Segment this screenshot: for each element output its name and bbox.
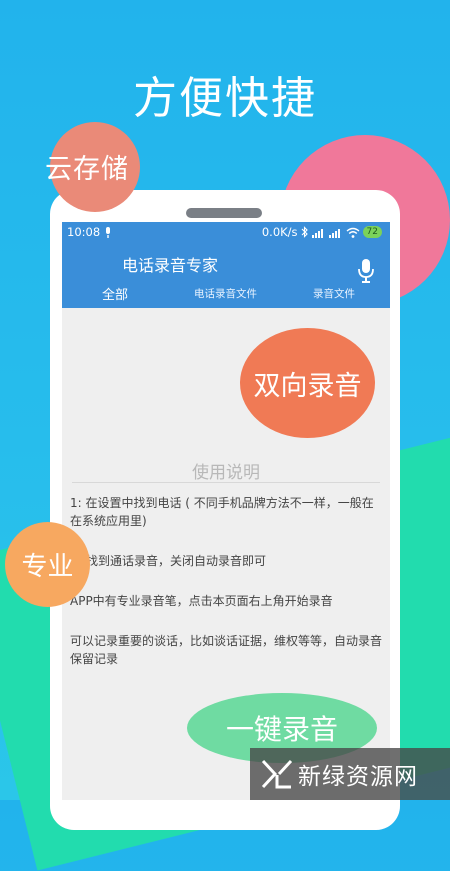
- cloud-storage-label: 云存储: [45, 154, 129, 185]
- two-way-recording-bubble: 双向录音: [240, 328, 375, 438]
- signal-icon: [311, 228, 323, 238]
- instructions-title: 使用说明: [192, 463, 260, 483]
- network-speed: 0.0K/s: [261, 225, 298, 239]
- record-mic-icon[interactable]: [356, 258, 376, 284]
- instruction-step-2: 找到通话录音，关闭自动录音即可: [86, 554, 267, 568]
- mic-status-icon: [106, 227, 110, 238]
- promo-headline: 方便快捷: [133, 73, 317, 124]
- status-time: 10:08: [67, 225, 101, 239]
- instruction-step-3: APP中有专业录音笔，点击本页面右上角开始录音: [70, 594, 333, 608]
- status-bar: 10:08 0.0K/s 72: [62, 222, 390, 244]
- site-watermark: 新绿资源网: [250, 748, 450, 800]
- app-title: 电话录音专家: [122, 256, 219, 275]
- watermark-text: 新绿资源网: [298, 764, 418, 790]
- phone-speaker: [186, 208, 262, 218]
- tab-call-recordings[interactable]: 电话录音文件: [194, 286, 257, 301]
- bluetooth-icon: [301, 226, 308, 238]
- instruction-step-4: 可以记录重要的谈话，比如谈话证据，维权等等，自动录音保留记录: [70, 634, 383, 666]
- watermark-logo-icon: [261, 759, 293, 789]
- professional-bubble: 专业: [5, 522, 90, 607]
- instructions-divider: [72, 482, 380, 483]
- app-bar: 电话录音专家 全部 电话录音文件 录音文件: [62, 244, 390, 308]
- battery-icon: 72: [362, 226, 382, 238]
- wifi-icon: [346, 227, 359, 238]
- instruction-step-1: 1: 在设置中找到电话 ( 不同手机品牌方法不一样，一般在在系统应用里): [70, 496, 374, 528]
- tab-recording-files[interactable]: 录音文件: [313, 286, 355, 301]
- tab-bar: 全部 电话录音文件 录音文件: [62, 284, 390, 308]
- status-right-group: 0.0K/s 72: [262, 225, 382, 239]
- tab-all[interactable]: 全部: [102, 284, 128, 303]
- signal-icon-2: [328, 228, 340, 238]
